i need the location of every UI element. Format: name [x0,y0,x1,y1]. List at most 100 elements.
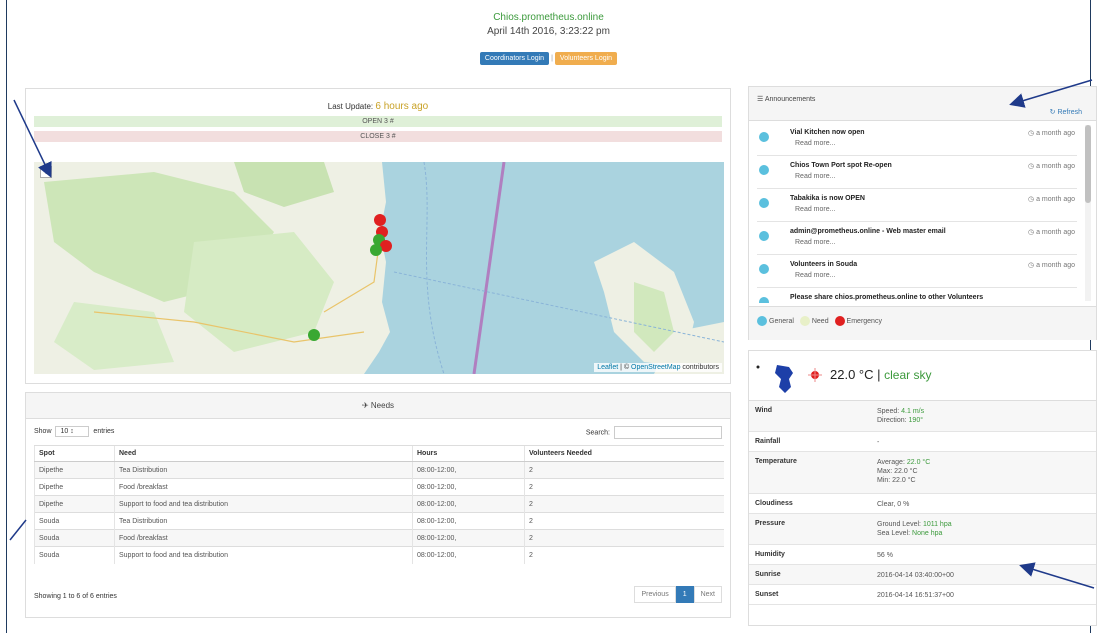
weather-header: 22.0 °C | clear sky [749,351,1096,401]
osm-link[interactable]: OpenStreetMap [631,364,680,371]
announcement-time: ◷ a month ago [1028,129,1075,137]
list-item[interactable]: Volunteers in Souda Read more... ◷ a month… [757,255,1077,288]
sea-level-label: Sea Level: [877,530,911,537]
list-item[interactable]: Please share chios.prometheus.online to … [757,288,1077,303]
clock-icon: ◷ [1028,229,1035,236]
list-item[interactable]: admin@prometheus.online - Web master ema… [757,222,1077,255]
table-row: Souda Support to food and tea distributio… [34,546,724,564]
weather-bar: | [873,367,885,382]
leaflet-link[interactable]: Leaflet [597,364,618,371]
cell-need: Tea Distribution [114,461,413,479]
announcement-time-text: a month ago [1036,196,1075,203]
read-more-link[interactable]: Read more... [795,140,835,147]
entries-select[interactable]: 10 ↕ [55,426,90,437]
map-attribution: Leaflet | © OpenStreetMap contributors [594,363,722,372]
emergency-legend-icon [834,316,845,326]
search-input[interactable] [614,426,722,439]
cell-hours: 08:00-12:00, [412,529,525,547]
cell-need: Support to food and tea distribution [114,546,413,564]
temperature-label: Temperature [755,458,797,465]
select-arrows-icon: ↕ [70,428,74,435]
announcement-time-text: a month ago [1036,229,1075,236]
announcement-text: Vial Kitchen now open [790,129,865,136]
humidity-value: 56 % [877,552,893,559]
col-hours[interactable]: Hours [412,445,525,462]
weather-row-wind: Wind Speed: 4.1 m/s Direction: 190° [749,401,1096,432]
list-item[interactable]: Chios Town Port spot Re-open Read more...… [757,156,1077,189]
pressure-label: Pressure [755,520,785,527]
refresh-button[interactable]: ↻ Refresh [1050,108,1082,116]
announcement-time: ◷ a month ago [1028,261,1075,269]
refresh-label: Refresh [1057,109,1082,116]
legend-need: Need [811,317,829,325]
search-label: Search: [585,429,610,437]
general-legend-icon [757,316,767,326]
rainfall-value: - [877,439,880,446]
cell-volunteers: 2 [524,461,724,479]
announcements-title: Announcements [764,96,816,103]
sunset-value: 2016-04-14 16:51:37+00 [877,592,954,599]
col-need[interactable]: Need [114,445,413,462]
entries-select-value: 10 [60,428,69,435]
login-separator: | [551,55,553,62]
weather-row-temperature: Temperature Average: 22.0 °C Max: 22.0 °C M… [749,452,1096,494]
table-row: Souda Tea Distribution 08:00-12:00, 2 [34,512,724,530]
cell-spot: Souda [34,529,115,547]
list-item[interactable]: Vial Kitchen now open Read more... ◷ a mon… [757,123,1077,156]
cell-need: Food /breakfast [114,529,413,547]
legend-emergency: Emergency [846,317,882,325]
coordinators-login-button[interactable]: Coordinators Login [479,52,550,65]
showing-info: Showing 1 to 6 of 6 entries [34,593,117,600]
wind-value: Speed: 4.1 m/s Direction: 190° [877,407,924,425]
cell-volunteers: 2 [524,478,724,496]
weather-row-sunset: Sunset 2016-04-14 16:51:37+00 [749,585,1096,605]
cloudiness-label: Cloudiness [755,500,793,507]
weather-table: Wind Speed: 4.1 m/s Direction: 190° Rainfa… [749,401,1096,605]
need-legend-icon [799,316,810,326]
attr-contributors: contributors [680,364,719,371]
col-volunteers[interactable]: Volunteers Needed [524,445,724,462]
login-buttons: Coordinators Login | Volunteers Login [0,52,1097,65]
volunteers-login-button[interactable]: Volunteers Login [554,52,618,65]
cell-need: Tea Distribution [114,512,413,530]
prev-button[interactable]: Previous [634,586,676,603]
humidity-label: Humidity [755,551,785,558]
sunset-label: Sunset [755,591,779,598]
wind-speed-label: Speed: [877,408,900,415]
temp-average-label: Average: [877,459,905,466]
sunrise-value: 2016-04-14 03:40:00+00 [877,572,954,579]
announcements-legend: General Need Emergency [749,306,1096,340]
announcements-panel: ☰ Announcements ↻ Refresh Vial Kitchen n… [748,86,1097,340]
general-dot-icon [759,198,769,208]
announcements-scrollbar[interactable] [1085,125,1091,301]
legend-general: General [769,317,794,325]
map-zoom-in-button[interactable]: + [40,166,52,178]
status-map-panel: Last Update: 6 hours ago OPEN 3 # CLOSE … [25,88,731,384]
cell-volunteers: 2 [524,495,724,513]
weather-row-cloudiness: Cloudiness Clear, 0 % [749,494,1096,514]
read-more-link[interactable]: Read more... [795,173,835,180]
cell-volunteers: 2 [524,512,724,530]
read-more-link[interactable]: Read more... [795,272,835,279]
map[interactable]: + Leaflet | © OpenStreetMap contributors [34,162,724,374]
close-count-bar: CLOSE 3 # [34,131,722,142]
weather-panel: 22.0 °C | clear sky Wind Speed: 4.1 m/s Di… [748,350,1097,626]
scrollbar-thumb[interactable] [1085,125,1091,203]
clock-icon: ◷ [1028,130,1035,137]
cell-spot: Souda [34,546,115,564]
attr-separator: | © [618,364,632,371]
general-dot-icon [759,297,769,303]
map-tiles [34,162,724,374]
read-more-link[interactable]: Read more... [795,239,835,246]
page-1-button[interactable]: 1 [675,586,694,603]
site-title: Chios.prometheus.online [493,12,604,23]
table-row: Dipethe Support to food and tea distribut… [34,495,724,513]
last-update-value: 6 hours ago [375,101,429,112]
list-item[interactable]: Tabakika is now OPEN Read more... ◷ a mont… [757,189,1077,222]
read-more-link[interactable]: Read more... [795,206,835,213]
entries-label: entries [93,428,115,435]
weather-row-humidity: Humidity 56 % [749,545,1096,565]
next-button[interactable]: Next [693,586,722,603]
wind-label: Wind [755,407,773,414]
col-spot[interactable]: Spot [34,445,115,462]
